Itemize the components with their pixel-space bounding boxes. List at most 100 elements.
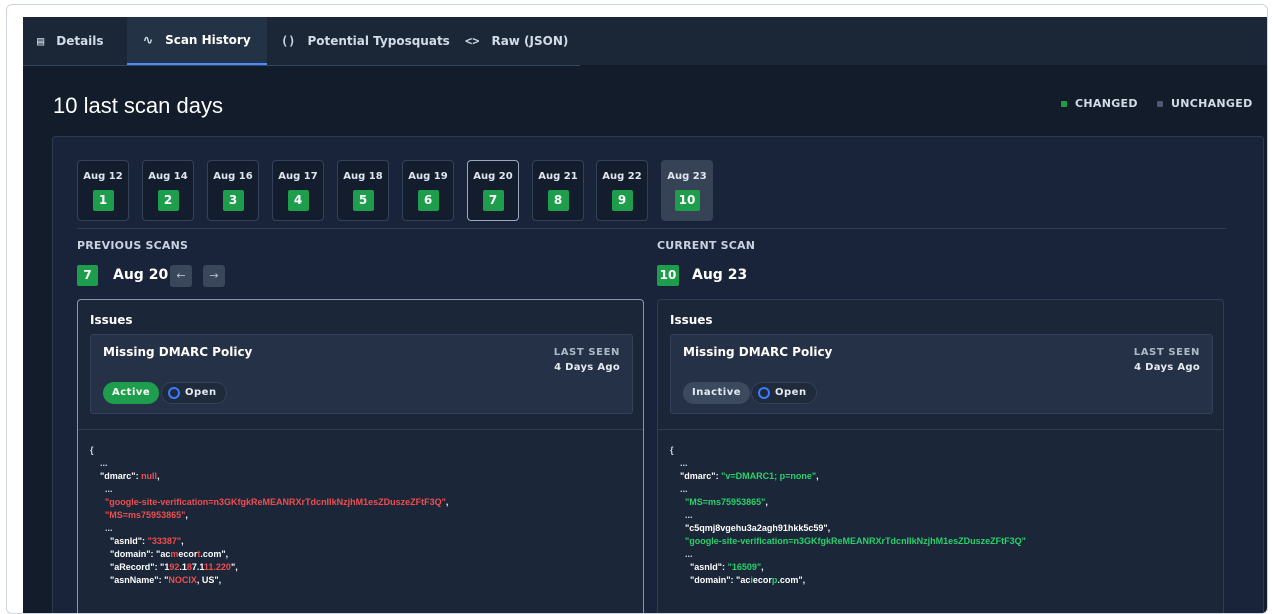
json-line: ... — [670, 483, 1026, 496]
json-key: , — [157, 471, 160, 481]
scan-day-number: 2 — [157, 190, 179, 211]
json-value: "google-site-verification=n3GKfgkReMEANR… — [105, 497, 446, 507]
scan-day-1[interactable]: Aug 12 1 — [77, 160, 129, 221]
json-key: "domain": "ac — [110, 549, 171, 559]
json-key: , — [816, 471, 819, 481]
scan-day-9[interactable]: Aug 22 9 — [596, 160, 648, 221]
scan-day-3[interactable]: Aug 16 3 — [207, 160, 259, 221]
tab-scan-history[interactable]: ∿ Scan History — [127, 17, 267, 65]
divider — [78, 429, 643, 430]
json-line: "MS=ms75953865", — [670, 496, 1026, 509]
json-key: .com", — [777, 575, 806, 585]
json-key: "dmarc": — [680, 471, 722, 481]
tab-details[interactable]: ▤ Details — [37, 17, 104, 65]
json-value: 11.220 — [203, 562, 231, 572]
issue-item[interactable]: Missing DMARC Policy LAST SEEN 4 Days Ag… — [90, 334, 633, 414]
current-json-diff: { ... "dmarc": "v=DMARC1; p=none", ... "… — [670, 444, 1026, 587]
json-key: "c5qmj8vgehu3a2agh91hkk5c59" — [685, 523, 828, 533]
scan-day-label: Aug 20 — [473, 171, 513, 182]
scan-day-5[interactable]: Aug 18 5 — [337, 160, 389, 221]
next-arrow-button[interactable]: → — [203, 265, 225, 287]
scan-day-label: Aug 14 — [148, 171, 188, 182]
unchanged-swatch-icon — [1157, 100, 1163, 107]
json-indent: ... — [670, 510, 693, 520]
current-scan-label: CURRENT SCAN — [657, 239, 756, 252]
open-state-badge[interactable]: Open — [161, 382, 227, 404]
json-value: "google-site-verification=n3GKfgkReMEANR… — [685, 536, 1026, 546]
issue-item[interactable]: Missing DMARC Policy LAST SEEN 4 Days Ag… — [670, 334, 1213, 414]
current-scan-number-badge: 10 — [657, 265, 679, 286]
previous-arrow-button[interactable]: ← — [170, 265, 192, 287]
scan-day-6[interactable]: Aug 19 6 — [402, 160, 454, 221]
scan-day-number: 3 — [222, 190, 244, 211]
tab-label: Potential Typosquats — [307, 34, 450, 48]
scan-day-label: Aug 16 — [213, 171, 253, 182]
scan-day-7[interactable]: Aug 20 7 — [467, 160, 519, 221]
json-line: ... — [90, 483, 448, 496]
scan-history-panel: Aug 12 1 Aug 14 2 Aug 16 3 Aug 17 4 Aug 18 5 Aug 1… — [52, 136, 1264, 613]
scan-day-10[interactable]: Aug 23 10 — [661, 160, 713, 221]
open-state-badge[interactable]: Open — [751, 382, 817, 404]
json-line: "google-site-verification=n3GKfgkReMEANR… — [670, 535, 1026, 548]
scan-day-number: 4 — [287, 190, 309, 211]
circle-icon — [168, 387, 180, 399]
json-key: "domain": "ac — [690, 575, 751, 585]
json-indent: ... — [670, 484, 688, 494]
status-badge-active[interactable]: Active — [103, 382, 160, 404]
json-indent: ... — [90, 523, 113, 533]
scan-day-2[interactable]: Aug 14 2 — [142, 160, 194, 221]
divider — [77, 228, 1226, 229]
json-indent: ... — [670, 458, 688, 468]
json-key: "asnName": " — [110, 575, 169, 585]
json-value: 92 — [169, 562, 180, 572]
previous-scan-card: Issues Missing DMARC Policy LAST SEEN 4 … — [77, 299, 644, 613]
document-icon: ▤ — [37, 34, 45, 48]
json-line: ... — [670, 457, 1026, 470]
json-value: NOCIX — [168, 575, 197, 585]
last-seen-value: 4 Days Ago — [1134, 362, 1200, 373]
json-line: "c5qmj8vgehu3a2agh91hkk5c59", — [670, 522, 1026, 535]
issue-name: Missing DMARC Policy — [103, 345, 253, 359]
scan-day-number: 6 — [417, 190, 439, 211]
json-key: .1 — [179, 562, 187, 572]
json-indent: ... — [90, 484, 113, 494]
issues-title: Issues — [90, 313, 133, 327]
tab-label: Scan History — [165, 33, 251, 47]
json-line: { — [90, 444, 448, 457]
scan-day-label: Aug 17 — [278, 171, 318, 182]
scan-day-number: 10 — [674, 190, 700, 211]
json-key: , — [185, 510, 188, 520]
previous-scan-number-badge: 7 — [77, 265, 98, 286]
json-key: , — [181, 536, 184, 546]
json-value: null — [141, 471, 158, 481]
json-key: "asnId": — [110, 536, 148, 546]
last-seen-value: 4 Days Ago — [554, 362, 620, 373]
changed-swatch-icon — [1061, 100, 1067, 107]
scan-day-8[interactable]: Aug 21 8 — [532, 160, 584, 221]
previous-scans-label: PREVIOUS SCANS — [77, 239, 189, 252]
tab-raw-json[interactable]: <> Raw (JSON) — [465, 17, 568, 65]
circle-icon — [758, 387, 770, 399]
status-badge-inactive[interactable]: Inactive — [683, 382, 751, 404]
legend-label: CHANGED — [1075, 97, 1138, 110]
activity-icon: ∿ — [143, 33, 154, 47]
json-line: "asnId": "33387", — [90, 535, 448, 548]
current-scan-date: Aug 23 — [692, 267, 748, 283]
scan-day-label: Aug 21 — [538, 171, 578, 182]
json-key: , — [765, 497, 768, 507]
json-key: "aRecord": "1 — [110, 562, 170, 572]
tab-potential-typosquats[interactable]: () Potential Typosquats — [281, 17, 450, 65]
json-line: "asnName": "NOCIX, US", — [90, 574, 448, 587]
json-line: "google-site-verification=n3GKfgkReMEANR… — [90, 496, 448, 509]
previous-scan-date: Aug 20 — [113, 267, 169, 283]
scan-day-4[interactable]: Aug 17 4 — [272, 160, 324, 221]
json-line: "asnId": "16509", — [670, 561, 1026, 574]
